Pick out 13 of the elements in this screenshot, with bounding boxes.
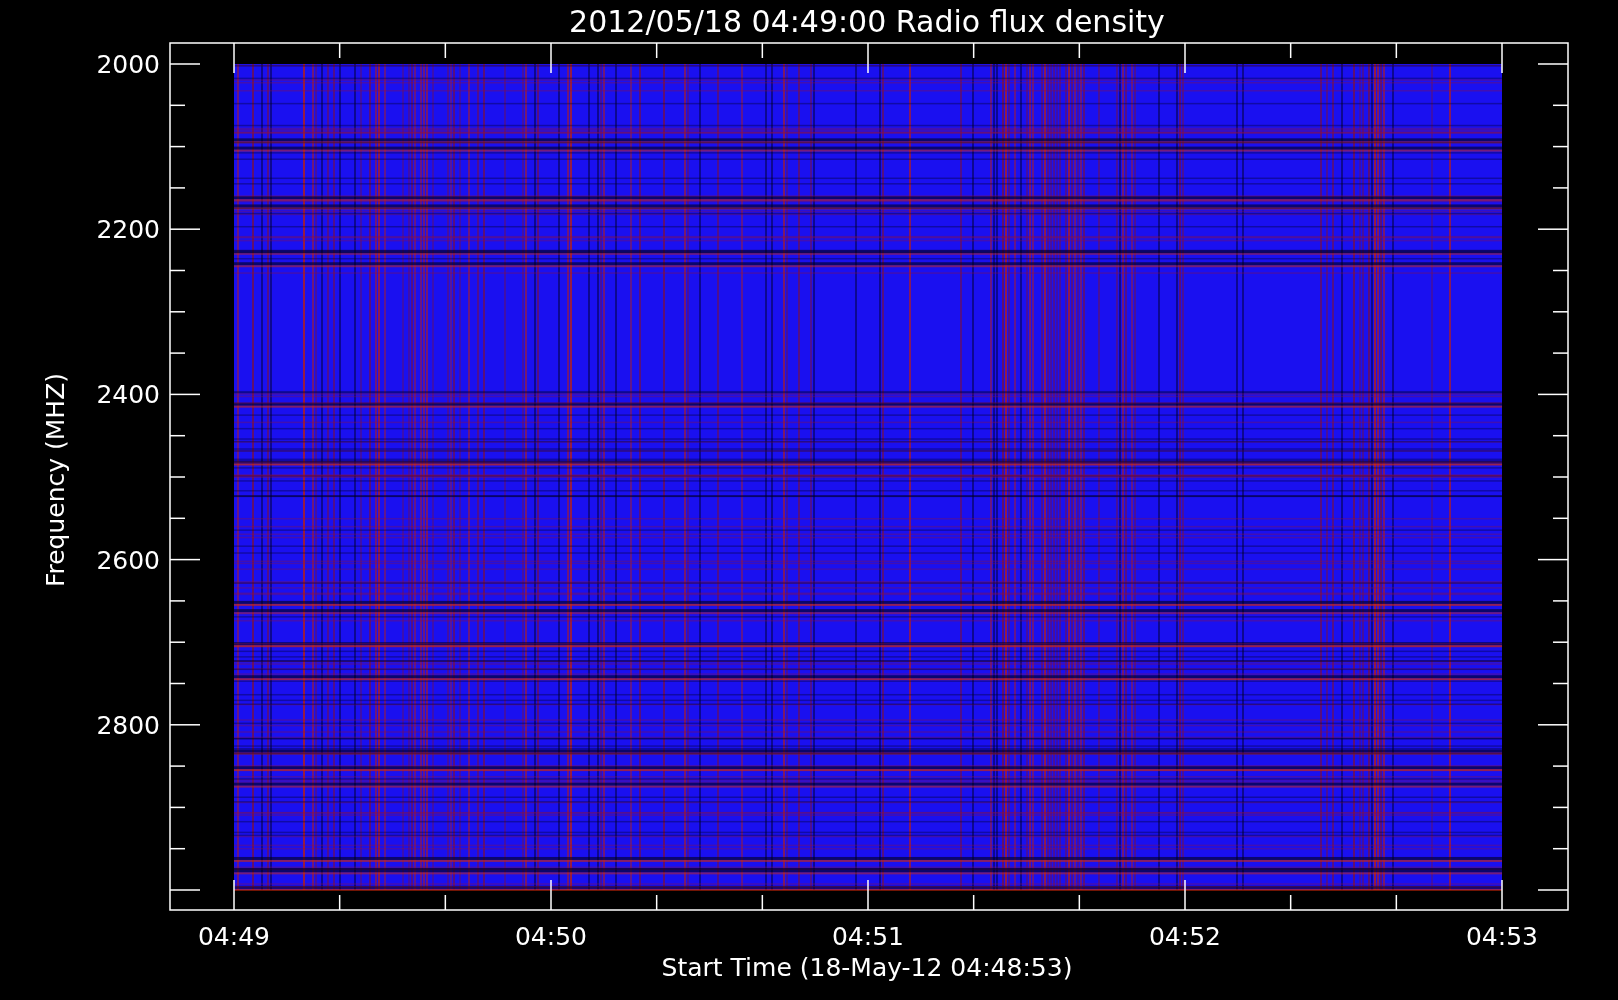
tick-label: 04:53: [1466, 922, 1538, 951]
axis-label: Start Time (18-May-12 04:48:53): [661, 953, 1073, 982]
tick-label: 04:52: [1149, 922, 1221, 951]
tick-label: 2200: [96, 215, 160, 245]
tick-label: 2600: [96, 545, 160, 575]
tick-label: 04:49: [198, 922, 270, 951]
tick-label: 2800: [96, 710, 160, 740]
tick-label: 2400: [96, 380, 160, 410]
tick-label: 04:50: [515, 922, 587, 951]
tick-label: 04:51: [832, 922, 904, 951]
plot-title: 2012/05/18 04:49:00 Radio flux density: [569, 4, 1165, 39]
tick-label: 2000: [96, 50, 160, 79]
axis-label: Frequency (MHZ): [41, 372, 70, 588]
